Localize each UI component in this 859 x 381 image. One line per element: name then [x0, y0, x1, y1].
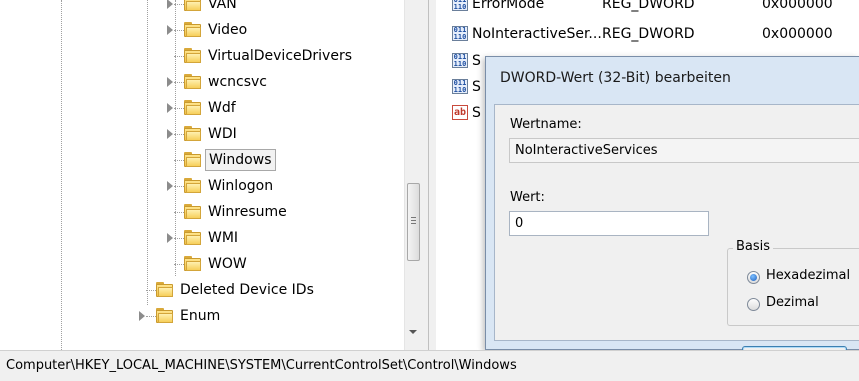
value-row[interactable]: 011 110 ErrorMode REG_DWORD 0x000000	[452, 0, 859, 15]
value-name: S	[472, 53, 481, 69]
tree-item-label[interactable]: WMI	[205, 227, 241, 249]
folder-icon	[184, 74, 201, 89]
pane-splitter[interactable]	[422, 0, 436, 350]
value-name-field[interactable]: NoInteractiveServices	[509, 138, 859, 163]
dword-icon: 011 110	[452, 0, 468, 11]
folder-icon	[156, 282, 173, 297]
hex-radio-label[interactable]: Hexadezimal	[766, 268, 850, 283]
expand-arrow-icon[interactable]	[167, 181, 173, 191]
dialog-title: DWORD-Wert (32-Bit) bearbeiten	[500, 70, 731, 86]
folder-icon	[156, 308, 173, 323]
value-name: ErrorMode	[472, 0, 545, 12]
expand-arrow-icon[interactable]	[167, 0, 173, 9]
expand-arrow-icon[interactable]	[167, 77, 173, 87]
tree-item-label[interactable]: Winlogon	[205, 175, 276, 197]
registry-tree[interactable]: VAN Video VirtualDeviceDrivers wcncsvc Wdf WD…	[0, 0, 404, 350]
dec-radio[interactable]	[747, 298, 760, 311]
tree-item-label[interactable]: Wdf	[205, 97, 239, 119]
tree-item-label[interactable]: wcncsvc	[205, 71, 270, 93]
folder-icon	[184, 126, 201, 141]
tree-item-label[interactable]: Deleted Device IDs	[177, 279, 317, 301]
value-data-label: Wert:	[510, 190, 545, 205]
tree-item-label[interactable]: Enum	[177, 305, 223, 327]
tree-item-label[interactable]: VirtualDeviceDrivers	[205, 45, 355, 67]
tree-guide-line	[175, 0, 176, 276]
expand-arrow-icon[interactable]	[167, 233, 173, 243]
tree-scrollbar[interactable]	[404, 0, 422, 350]
value-name: NoInteractiveSer...	[472, 26, 602, 42]
value-data: 0x000000	[762, 0, 833, 12]
tree-item-label[interactable]: VAN	[205, 0, 240, 15]
folder-icon	[184, 230, 201, 245]
scrollbar-thumb[interactable]	[407, 183, 420, 261]
base-groupbox-title: Basis	[733, 239, 774, 254]
expand-arrow-icon[interactable]	[167, 129, 173, 139]
dword-icon: 011 110	[452, 79, 468, 94]
folder-icon	[184, 100, 201, 115]
status-bar: Computer\HKEY_LOCAL_MACHINE\SYSTEM\Curre…	[0, 350, 859, 381]
value-data: 0x000000	[762, 26, 833, 42]
tree-item-label[interactable]: Windows	[205, 149, 276, 171]
folder-icon	[184, 48, 201, 63]
hex-radio[interactable]	[747, 271, 760, 284]
edit-dword-dialog: DWORD-Wert (32-Bit) bearbeiten Wertname:…	[485, 56, 859, 373]
registry-path: Computer\HKEY_LOCAL_MACHINE\SYSTEM\Curre…	[6, 358, 517, 373]
tree-item-label[interactable]: WDI	[205, 123, 240, 145]
scroll-down-arrow-icon[interactable]	[409, 330, 417, 334]
folder-icon	[184, 152, 201, 167]
dword-icon: 011 110	[452, 26, 468, 41]
dword-icon: 011 110	[452, 53, 468, 68]
folder-icon	[184, 204, 201, 219]
value-data-field[interactable]: 0	[509, 211, 709, 236]
tree-guide-line	[147, 0, 148, 305]
tree-item-label[interactable]: Video	[205, 19, 250, 41]
dialog-client-area: Wertname: NoInteractiveServices Wert: 0 …	[494, 104, 859, 373]
folder-icon	[184, 0, 201, 11]
value-name: S	[472, 105, 481, 121]
expand-arrow-icon[interactable]	[167, 103, 173, 113]
dec-radio-label[interactable]: Dezimal	[766, 295, 819, 310]
value-name: S	[472, 79, 481, 95]
tree-guide-line	[61, 0, 62, 350]
tree-item-label[interactable]: WOW	[205, 253, 250, 275]
value-name-label: Wertname:	[510, 117, 582, 132]
value-row[interactable]: 011 110 NoInteractiveSer... REG_DWORD 0x000…	[452, 23, 859, 45]
folder-icon	[184, 22, 201, 37]
base-groupbox	[727, 248, 859, 326]
expand-arrow-icon[interactable]	[167, 25, 173, 35]
folder-icon	[184, 178, 201, 193]
value-type: REG_DWORD	[602, 0, 695, 12]
string-icon: ab	[452, 105, 468, 120]
value-type: REG_DWORD	[602, 26, 695, 42]
expand-arrow-icon[interactable]	[139, 311, 145, 321]
folder-icon	[184, 256, 201, 271]
tree-item-label[interactable]: Winresume	[205, 201, 290, 223]
